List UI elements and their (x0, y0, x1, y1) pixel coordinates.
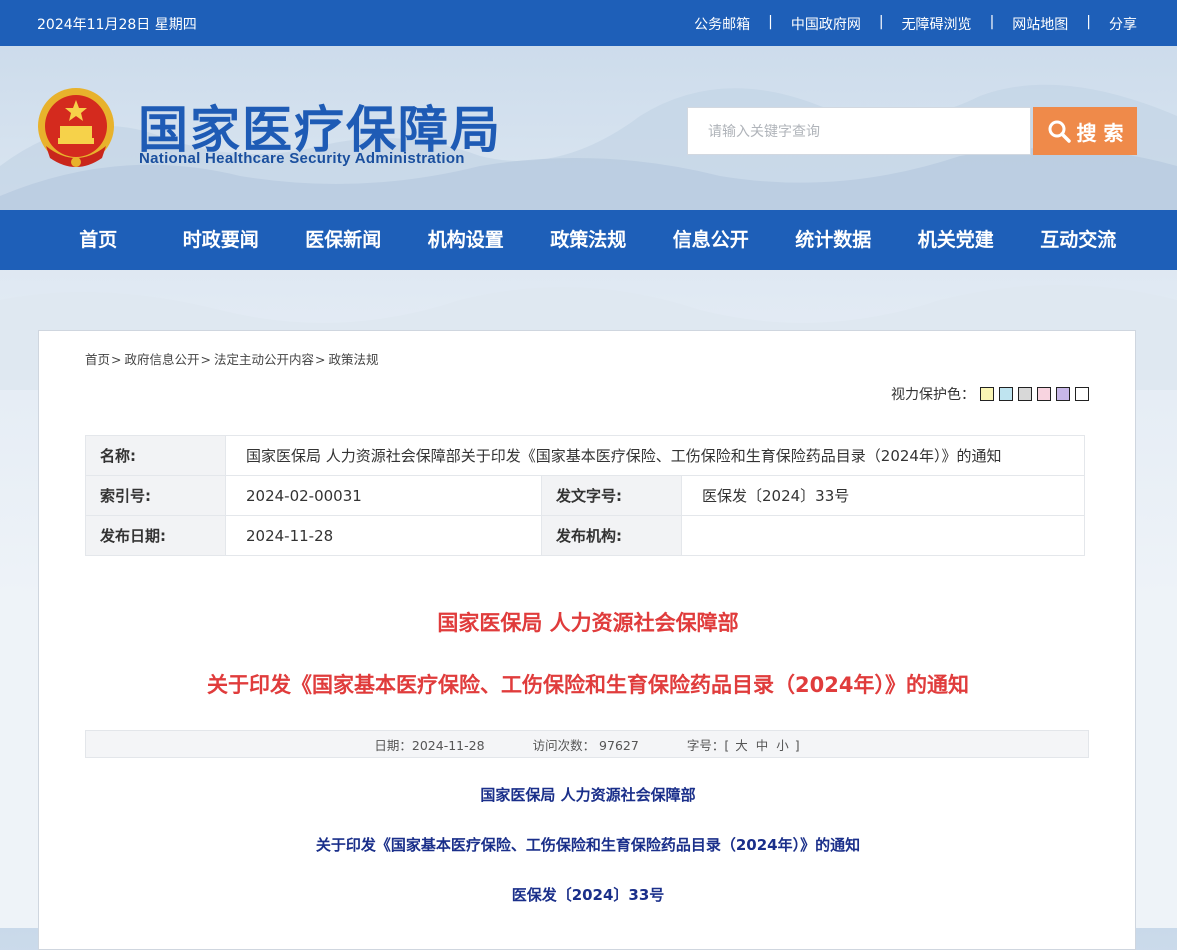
body-issuer-line: 国家医保局 人力资源社会保障部 (480, 786, 696, 804)
table-row: 名称: 国家医保局 人力资源社会保障部关于印发《国家基本医疗保险、工伤保险和生育… (85, 435, 1085, 476)
search-button[interactable]: 搜 索 (1033, 107, 1137, 155)
breadcrumb: 首页> 政府信息公开> 法定主动公开内容> 政策法规 (85, 349, 379, 368)
swatch-blue[interactable] (999, 387, 1013, 401)
top-bar: 2024年11月28日 星期四 公务邮箱 | 中国政府网 | 无障碍浏览 | 网… (0, 0, 1177, 46)
national-emblem-icon[interactable] (36, 86, 116, 172)
breadcrumb-disclosure[interactable]: 政府信息公开 (125, 352, 200, 367)
breadcrumb-arrow: > (111, 352, 122, 367)
separator: | (989, 14, 995, 30)
swatch-gray[interactable] (1018, 387, 1032, 401)
document-metadata-table: 名称: 国家医保局 人力资源社会保障部关于印发《国家基本医疗保险、工伤保险和生育… (85, 435, 1085, 556)
current-date: 2024年11月28日 星期四 (37, 17, 197, 33)
separator: | (1086, 14, 1091, 30)
breadcrumb-arrow: > (315, 352, 326, 367)
site-header: 国家医疗保障局 National Healthcare Security Adm… (0, 46, 1177, 210)
nav-item-organization[interactable]: 机构设置 (405, 210, 528, 270)
link-gov-cn[interactable]: 中国政府网 (791, 14, 861, 34)
font-size-label: 字号：[ (686, 737, 730, 753)
nav-item-home[interactable]: 首页 (37, 210, 160, 270)
nav-item-news[interactable]: 医保新闻 (282, 210, 405, 270)
separator: | (768, 14, 773, 30)
table-row: 索引号: 2024-02-00031 发文字号: 医保发〔2024〕33号 (85, 475, 1085, 516)
breadcrumb-statutory-content[interactable]: 法定主动公开内容 (214, 352, 314, 367)
nav-item-policy[interactable]: 政策法规 (527, 210, 650, 270)
table-row: 发布日期: 2024-11-28 发布机构: (85, 515, 1085, 556)
font-size-control: 字号：[ 大 中 小 ] (687, 735, 800, 754)
article-info-bar: 日期：2024-11-28 访问次数： 97627 字号：[ 大 中 小 ] (85, 730, 1089, 758)
visit-count: 访问次数： 97627 (532, 737, 639, 753)
nav-item-statistics[interactable]: 统计数据 (772, 210, 895, 270)
document-heading-title: 关于印发《国家基本医疗保险、工伤保险和生育保险药品目录（2024年）》的通知 (207, 673, 969, 697)
font-size-large-button[interactable]: 大 (735, 738, 748, 753)
search-icon (1048, 120, 1071, 143)
swatch-white[interactable] (1075, 387, 1089, 401)
body-docno-line: 医保发〔2024〕33号 (511, 886, 665, 904)
link-accessibility[interactable]: 无障碍浏览 (902, 14, 972, 34)
content-panel: 首页> 政府信息公开> 法定主动公开内容> 政策法规 视力保护色： 名称: 国家医保局… (38, 330, 1136, 950)
nav-item-disclosure[interactable]: 信息公开 (650, 210, 773, 270)
breadcrumb-home[interactable]: 首页 (85, 352, 110, 367)
swatch-yellow[interactable] (980, 387, 994, 401)
nav-item-politics[interactable]: 时政要闻 (160, 210, 283, 270)
document-heading-issuer: 国家医保局 人力资源社会保障部 (437, 611, 739, 635)
main-nav: 首页 时政要闻 医保新闻 机构设置 政策法规 信息公开 统计数据 机关党建 互动… (0, 210, 1177, 270)
nav-item-party[interactable]: 机关党建 (895, 210, 1018, 270)
breadcrumb-policy[interactable]: 政策法规 (329, 352, 379, 367)
top-links: 公务邮箱 | 中国政府网 | 无障碍浏览 | 网站地图 | 分享 (694, 14, 1137, 34)
font-size-small-button[interactable]: 小 (776, 738, 789, 753)
meta-docno-label: 发文字号: (541, 475, 682, 516)
meta-name-value: 国家医保局 人力资源社会保障部关于印发《国家基本医疗保险、工伤保险和生育保险药品… (225, 435, 1085, 476)
meta-index-value: 2024-02-00031 (225, 475, 542, 516)
eye-protection-label: 视力保护色： (891, 387, 975, 403)
breadcrumb-arrow: > (200, 352, 211, 367)
site-subtitle: National Healthcare Security Administrat… (139, 150, 465, 167)
swatch-purple[interactable] (1056, 387, 1070, 401)
nav-item-interaction[interactable]: 互动交流 (1017, 210, 1140, 270)
meta-docno-value: 医保发〔2024〕33号 (681, 475, 1085, 516)
link-share[interactable]: 分享 (1109, 14, 1137, 34)
article-date: 日期：2024-11-28 (374, 737, 485, 753)
meta-org-label: 发布机构: (541, 515, 682, 556)
font-size-bracket: ] (794, 737, 800, 753)
meta-date-label: 发布日期: (85, 515, 226, 556)
body-title-line: 关于印发《国家基本医疗保险、工伤保险和生育保险药品目录（2024年）》的通知 (315, 836, 861, 854)
font-size-medium-button[interactable]: 中 (756, 738, 769, 753)
search-box (687, 107, 1031, 155)
meta-org-value (681, 515, 1085, 556)
meta-name-label: 名称: (85, 435, 226, 476)
search-input[interactable] (688, 108, 1008, 154)
separator: | (878, 14, 884, 30)
eye-protection: 视力保护色： (891, 384, 1089, 404)
search-button-label: 搜 索 (1076, 120, 1124, 145)
meta-date-value: 2024-11-28 (225, 515, 542, 556)
link-official-mail[interactable]: 公务邮箱 (694, 14, 750, 34)
link-sitemap[interactable]: 网站地图 (1012, 14, 1068, 34)
meta-index-label: 索引号: (85, 475, 226, 516)
swatch-pink[interactable] (1037, 387, 1051, 401)
